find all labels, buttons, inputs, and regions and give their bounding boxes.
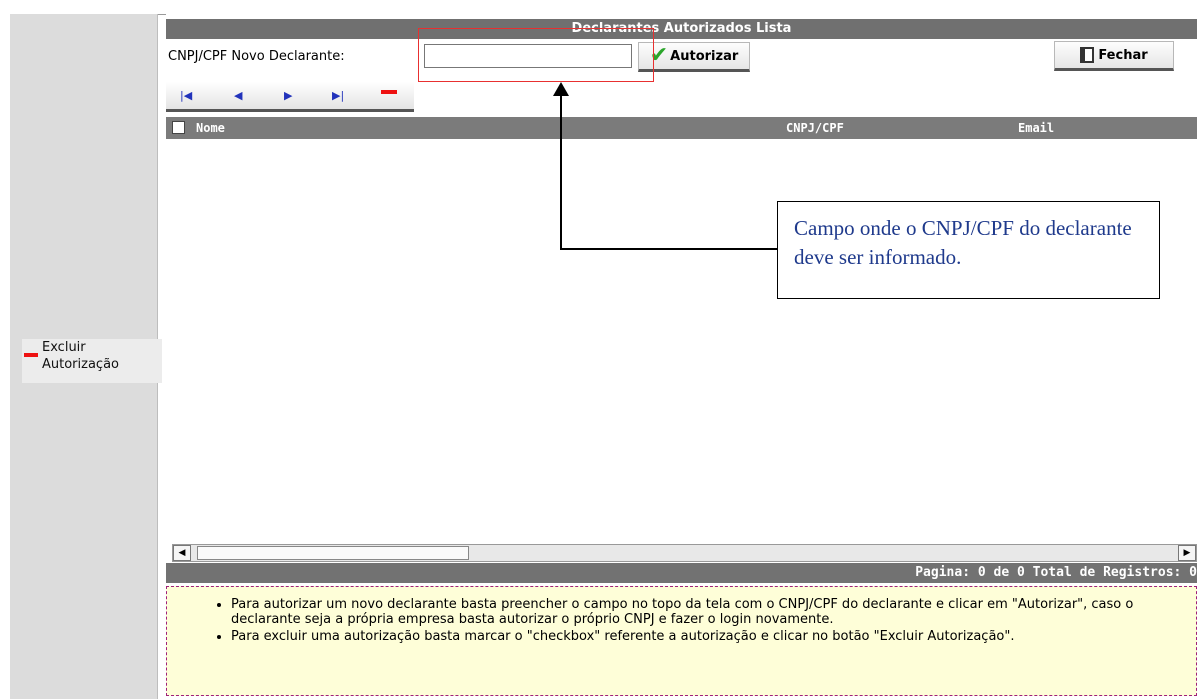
pagination-status: Pagina: 0 de 0 Total de Registros: 0: [166, 563, 1197, 583]
delete-authorization-label: Excluir Autorização: [42, 339, 119, 373]
column-header-email[interactable]: Email: [1018, 117, 1054, 139]
authorize-label: Autorizar: [670, 48, 739, 64]
column-header-cnpj[interactable]: CNPJ/CPF: [786, 117, 844, 139]
scroll-right-icon[interactable]: ▶: [1178, 545, 1196, 561]
delete-label-line2: Autorização: [42, 357, 119, 372]
horizontal-scrollbar[interactable]: ◀ ▶: [172, 544, 1197, 562]
table-body: [166, 139, 1197, 544]
prev-page-icon[interactable]: ◀: [234, 89, 242, 102]
close-label: Fechar: [1098, 47, 1148, 63]
delete-authorization-button[interactable]: Excluir Autorização: [22, 339, 162, 383]
minus-icon: [24, 353, 38, 357]
new-declarant-row: CNPJ/CPF Novo Declarante: ✔ Autorizar Fe…: [166, 39, 1197, 73]
first-page-icon[interactable]: |◀: [180, 89, 192, 102]
annotation-callout: Campo onde o CNPJ/CPF do declarante deve…: [777, 201, 1160, 299]
pagination-toolbar: |◀ ◀ ▶ ▶|: [166, 82, 414, 112]
last-page-icon[interactable]: ▶|: [332, 89, 344, 102]
next-page-icon[interactable]: ▶: [284, 89, 292, 102]
highlight-rectangle: [418, 28, 654, 82]
authorize-button[interactable]: ✔ Autorizar: [638, 42, 750, 72]
delete-label-line1: Excluir: [42, 340, 86, 355]
door-exit-icon: [1080, 47, 1095, 63]
main-panel: Declarantes Autorizados Lista CNPJ/CPF N…: [166, 14, 1199, 699]
scroll-left-icon[interactable]: ◀: [173, 545, 191, 561]
column-header-name[interactable]: Nome: [196, 117, 225, 139]
arrow-line-vertical: [560, 92, 562, 250]
scrollbar-thumb[interactable]: [197, 546, 469, 560]
new-declarant-label: CNPJ/CPF Novo Declarante:: [168, 49, 345, 64]
remove-icon[interactable]: [381, 90, 397, 94]
close-button[interactable]: Fechar: [1054, 41, 1174, 71]
help-item: Para autorizar um novo declarante basta …: [231, 597, 1196, 627]
help-box: Para autorizar um novo declarante basta …: [166, 586, 1197, 696]
sidebar: Excluir Autorização: [10, 14, 162, 699]
arrow-line-horizontal: [560, 248, 778, 250]
select-all-checkbox[interactable]: [172, 121, 185, 134]
table-header: Nome CNPJ/CPF Email: [166, 117, 1197, 139]
page-title: Declarantes Autorizados Lista: [166, 19, 1197, 39]
help-item: Para excluir uma autorização basta marca…: [231, 629, 1196, 644]
